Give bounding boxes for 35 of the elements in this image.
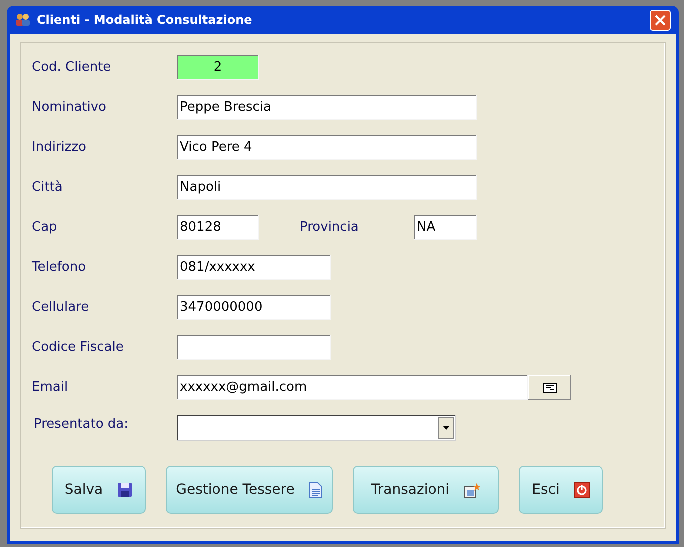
input-field[interactable]: 081/xxxxxx bbox=[177, 255, 331, 280]
window-star-icon bbox=[464, 482, 481, 498]
field-label: Telefono bbox=[32, 258, 88, 277]
window-title: Clienti - Modalità Consultazione bbox=[37, 12, 252, 29]
close-icon bbox=[655, 14, 666, 26]
people-icon bbox=[15, 13, 31, 27]
envelope-icon bbox=[542, 382, 556, 392]
action-button[interactable]: Transazioni bbox=[353, 466, 499, 514]
field-label: Cod. Cliente bbox=[32, 58, 112, 77]
field-label: Provincia bbox=[300, 218, 360, 237]
field-label: Cap bbox=[32, 218, 58, 237]
close-button[interactable] bbox=[650, 10, 671, 30]
input-field[interactable]: Peppe Brescia bbox=[177, 95, 477, 120]
email-button[interactable] bbox=[528, 375, 571, 400]
email-field[interactable]: xxxxxx@gmail.com bbox=[177, 375, 528, 400]
field-label: Città bbox=[32, 178, 64, 197]
field-label: Cellulare bbox=[32, 298, 90, 317]
input-field[interactable] bbox=[177, 335, 331, 360]
dropdown-field[interactable] bbox=[177, 414, 456, 440]
input-field[interactable]: 3470000000 bbox=[177, 295, 331, 320]
action-button[interactable]: Salva bbox=[52, 466, 146, 514]
code-field[interactable]: 2 bbox=[177, 55, 259, 80]
field-label: Indirizzo bbox=[32, 138, 88, 157]
action-button[interactable]: Esci bbox=[519, 466, 603, 514]
power-icon bbox=[574, 482, 590, 498]
action-button[interactable]: Gestione Tessere bbox=[166, 466, 333, 514]
input-field[interactable]: Vico Pere 4 bbox=[177, 135, 477, 160]
field-label: Email bbox=[32, 378, 70, 397]
field-label: Presentato da: bbox=[33, 416, 130, 434]
document-icon bbox=[308, 482, 323, 498]
field-label: Codice Fiscale bbox=[32, 338, 125, 357]
input-field[interactable]: Napoli bbox=[177, 175, 477, 200]
input-field[interactable]: NA bbox=[414, 215, 477, 240]
input-field[interactable]: 80128 bbox=[177, 215, 259, 240]
field-label: Nominativo bbox=[32, 98, 108, 117]
